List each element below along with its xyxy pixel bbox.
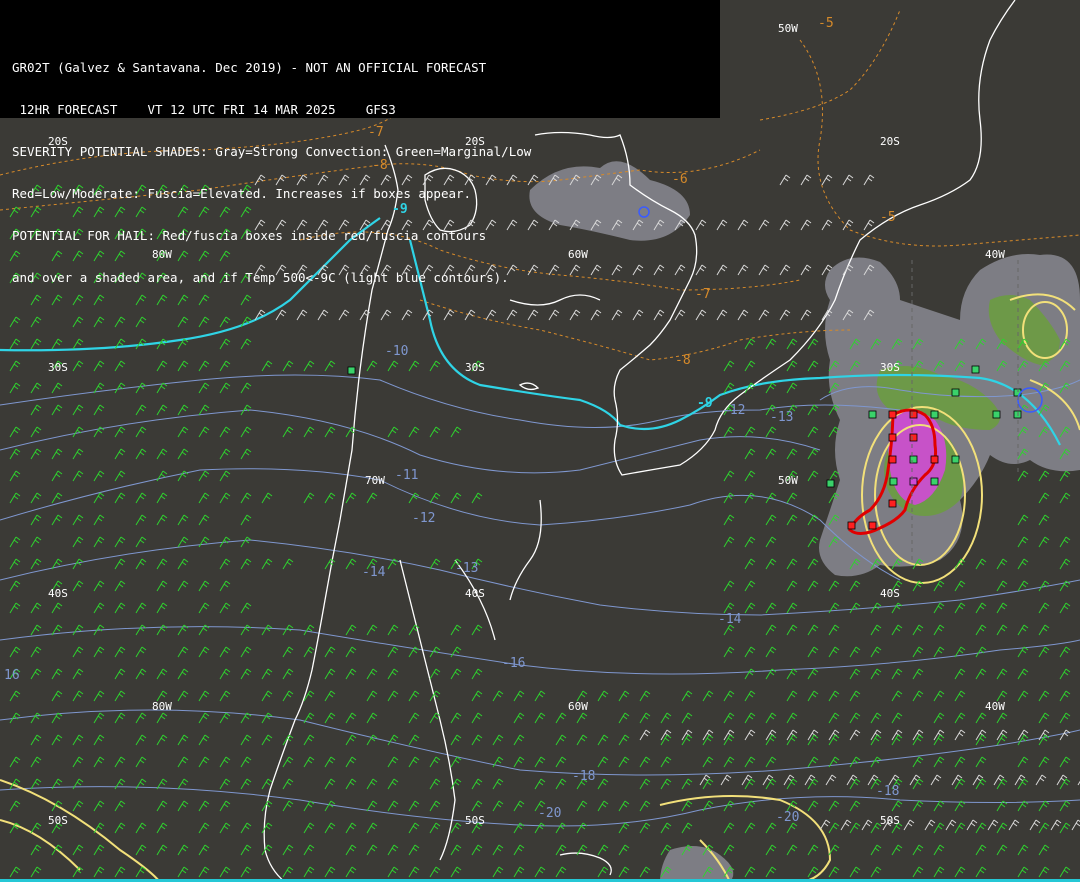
- blue-contour-label: -14: [718, 612, 742, 627]
- blue-contour-label: -14: [362, 565, 386, 580]
- lat-label: 40S: [48, 587, 68, 600]
- header-line-3: SEVERITY POTENTIAL SHADES: Gray=Strong C…: [12, 145, 532, 159]
- orange-contour-label: -8: [372, 158, 388, 173]
- blue-contour-label: -18: [572, 769, 596, 784]
- orange-contour-label: -7: [368, 125, 384, 140]
- blue-contour-label: -16: [502, 656, 526, 671]
- header-line-1: GR02T (Galvez & Santavana. Dec 2019) - N…: [12, 61, 487, 75]
- lon-label: 70W: [365, 474, 385, 487]
- cyan-contour-label: -9: [697, 396, 713, 411]
- lon-label: 50W: [778, 474, 798, 487]
- header-line-6: and over a shaded area, and if Temp 500<…: [12, 271, 509, 285]
- lat-label: 50S: [880, 814, 900, 827]
- cyan-contour-label: -9: [392, 202, 408, 217]
- blue-contour-label: -12: [412, 511, 436, 526]
- lat-label: 50S: [48, 814, 68, 827]
- lon-label: 50W: [778, 22, 798, 35]
- header-line-2: 12HR FORECAST VT 12 UTC FRI 14 MAR 2025 …: [12, 103, 396, 117]
- blue-contour-label: 16: [4, 668, 20, 683]
- lon-label: 80W: [152, 700, 172, 713]
- blue-contour-label: -13: [455, 561, 479, 576]
- lon-label: 60W: [568, 700, 588, 713]
- blue-contour-label: -20: [776, 810, 800, 825]
- lat-label: 30S: [465, 361, 485, 374]
- lat-label: 40S: [880, 587, 900, 600]
- blue-contour-label: -10: [385, 344, 409, 359]
- blue-contour-label: -18: [876, 784, 900, 799]
- lat-label: 20S: [880, 135, 900, 148]
- lat-label: 40S: [465, 587, 485, 600]
- orange-contour-label: -5: [818, 16, 834, 31]
- lat-label: 20S: [465, 135, 485, 148]
- lon-label: 80W: [152, 248, 172, 261]
- header-line-4: Red=Low/Moderate: Fuscia=Elevated. Incre…: [12, 187, 472, 201]
- blue-contour-label: -13: [770, 410, 794, 425]
- orange-contour-label: -6: [672, 172, 688, 187]
- lat-label: 20S: [48, 135, 68, 148]
- lat-label: 50S: [465, 814, 485, 827]
- orange-contour-label: -7: [695, 287, 711, 302]
- lon-label: 60W: [568, 248, 588, 261]
- blue-contour-label: -12: [722, 403, 746, 418]
- lat-label: 30S: [880, 361, 900, 374]
- header-line-5: POTENTIAL FOR HAIL: Red/fuscia boxes ins…: [12, 229, 487, 243]
- orange-contour-label: -5: [880, 210, 896, 225]
- forecast-header: GR02T (Galvez & Santavana. Dec 2019) - N…: [0, 0, 720, 285]
- lon-label: 40W: [985, 700, 1005, 713]
- blue-contour-label: -11: [395, 468, 419, 483]
- lon-label: 40W: [985, 248, 1005, 261]
- orange-contour-label: -8: [675, 353, 691, 368]
- blue-contour-label: -20: [538, 806, 562, 821]
- lat-label: 30S: [48, 361, 68, 374]
